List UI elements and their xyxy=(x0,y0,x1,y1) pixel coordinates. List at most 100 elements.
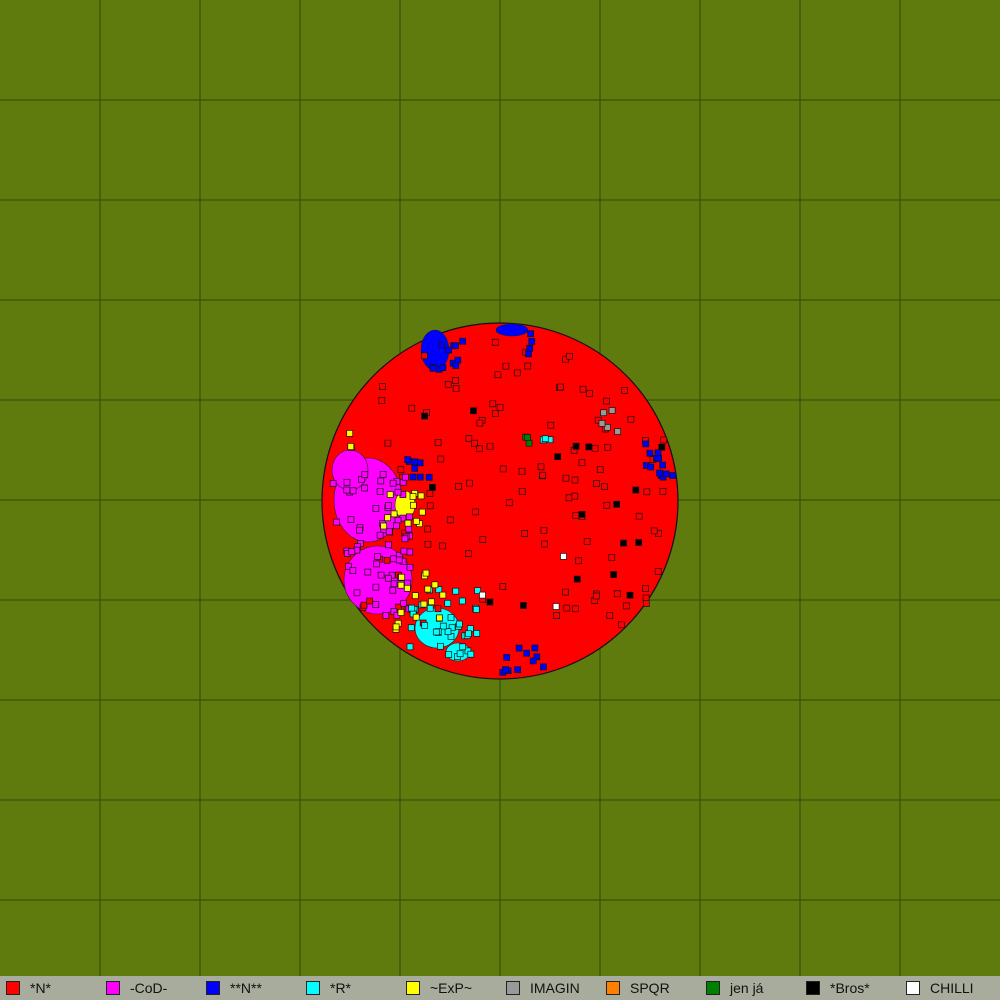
village-marker[interactable] xyxy=(376,488,384,495)
village-marker[interactable] xyxy=(333,518,340,526)
village-marker[interactable] xyxy=(560,553,567,560)
legend-item-n[interactable]: *N* xyxy=(0,976,100,1000)
village-marker[interactable] xyxy=(348,548,356,556)
village-marker[interactable] xyxy=(547,421,555,429)
legend-item-nn[interactable]: **N** xyxy=(200,976,300,1000)
village-marker[interactable] xyxy=(434,605,442,613)
village-marker[interactable] xyxy=(598,420,606,427)
village-marker[interactable] xyxy=(557,383,564,391)
village-marker[interactable] xyxy=(349,567,357,574)
village-marker[interactable] xyxy=(473,630,481,637)
legend-item-jen-ja[interactable]: jen já xyxy=(700,976,800,1000)
village-marker[interactable] xyxy=(377,477,385,485)
village-marker[interactable] xyxy=(565,494,573,502)
map-canvas[interactable] xyxy=(0,0,1000,976)
village-marker[interactable] xyxy=(572,512,580,519)
village-marker[interactable] xyxy=(390,510,398,518)
village-marker[interactable] xyxy=(424,540,432,548)
village-marker[interactable] xyxy=(429,484,436,491)
village-marker[interactable] xyxy=(518,467,526,475)
village-marker[interactable] xyxy=(662,470,670,478)
legend-item-imagin[interactable]: IMAGIN xyxy=(500,976,600,1000)
village-marker[interactable] xyxy=(562,588,569,596)
village-marker[interactable] xyxy=(384,502,392,509)
village-marker[interactable] xyxy=(471,439,478,447)
village-marker[interactable] xyxy=(408,404,416,412)
village-marker[interactable] xyxy=(613,500,621,508)
village-marker[interactable] xyxy=(411,465,419,472)
village-marker[interactable] xyxy=(372,583,380,591)
village-marker[interactable] xyxy=(366,597,374,605)
village-marker[interactable] xyxy=(445,651,453,658)
village-marker[interactable] xyxy=(437,455,445,463)
village-marker[interactable] xyxy=(405,525,413,533)
village-marker[interactable] xyxy=(514,666,521,674)
village-marker[interactable] xyxy=(562,474,570,482)
village-marker[interactable] xyxy=(353,589,361,597)
village-marker[interactable] xyxy=(552,603,560,610)
village-marker[interactable] xyxy=(452,362,460,369)
village-marker[interactable] xyxy=(575,557,582,565)
village-marker[interactable] xyxy=(527,330,534,338)
village-marker[interactable] xyxy=(390,555,397,563)
village-marker[interactable] xyxy=(499,583,507,590)
village-marker[interactable] xyxy=(643,488,651,496)
village-marker[interactable] xyxy=(413,517,420,525)
village-marker[interactable] xyxy=(329,480,337,487)
village-marker[interactable] xyxy=(436,614,443,622)
village-marker[interactable] xyxy=(502,362,510,370)
village-marker[interactable] xyxy=(525,350,532,358)
village-marker[interactable] xyxy=(646,449,654,457)
village-marker[interactable] xyxy=(383,556,391,564)
village-marker[interactable] xyxy=(385,528,393,536)
village-marker[interactable] xyxy=(347,516,355,523)
village-marker[interactable] xyxy=(467,650,475,658)
village-marker[interactable] xyxy=(397,609,405,616)
village-marker[interactable] xyxy=(621,387,628,394)
village-marker[interactable] xyxy=(659,488,667,495)
village-marker[interactable] xyxy=(604,443,612,451)
village-marker[interactable] xyxy=(392,623,400,631)
village-marker[interactable] xyxy=(541,540,548,548)
village-marker[interactable] xyxy=(356,526,363,534)
village-marker[interactable] xyxy=(571,492,579,500)
village-marker[interactable] xyxy=(479,536,487,543)
village-marker[interactable] xyxy=(650,527,658,535)
village-marker[interactable] xyxy=(384,574,392,582)
village-marker[interactable] xyxy=(400,599,407,607)
village-marker[interactable] xyxy=(452,342,459,350)
village-marker[interactable] xyxy=(658,443,666,451)
village-marker[interactable] xyxy=(406,564,414,571)
village-marker[interactable] xyxy=(416,473,424,481)
village-marker[interactable] xyxy=(400,547,408,555)
village-marker[interactable] xyxy=(539,471,547,479)
village-marker[interactable] xyxy=(404,456,411,463)
village-marker[interactable] xyxy=(455,482,462,490)
village-marker[interactable] xyxy=(395,556,403,564)
village-marker[interactable] xyxy=(439,591,447,599)
village-marker[interactable] xyxy=(566,352,573,360)
village-marker[interactable] xyxy=(452,587,460,595)
village-marker[interactable] xyxy=(622,602,630,610)
village-marker[interactable] xyxy=(422,569,430,577)
village-marker[interactable] xyxy=(373,560,381,568)
village-marker[interactable] xyxy=(528,337,536,345)
village-marker[interactable] xyxy=(578,511,586,518)
village-marker[interactable] xyxy=(420,600,428,608)
village-marker[interactable] xyxy=(476,445,483,453)
village-marker[interactable] xyxy=(632,486,640,494)
village-marker[interactable] xyxy=(531,644,539,652)
village-marker[interactable] xyxy=(404,584,411,592)
village-marker[interactable] xyxy=(398,573,405,581)
village-marker[interactable] xyxy=(470,407,477,415)
village-marker[interactable] xyxy=(393,522,400,530)
village-marker[interactable] xyxy=(401,535,409,543)
village-marker[interactable] xyxy=(377,571,385,579)
village-marker[interactable] xyxy=(591,444,599,452)
village-marker[interactable] xyxy=(608,554,616,561)
village-marker[interactable] xyxy=(472,606,480,613)
village-marker[interactable] xyxy=(571,476,579,484)
village-marker[interactable] xyxy=(656,469,663,477)
village-marker[interactable] xyxy=(380,522,387,530)
village-marker[interactable] xyxy=(343,478,351,486)
